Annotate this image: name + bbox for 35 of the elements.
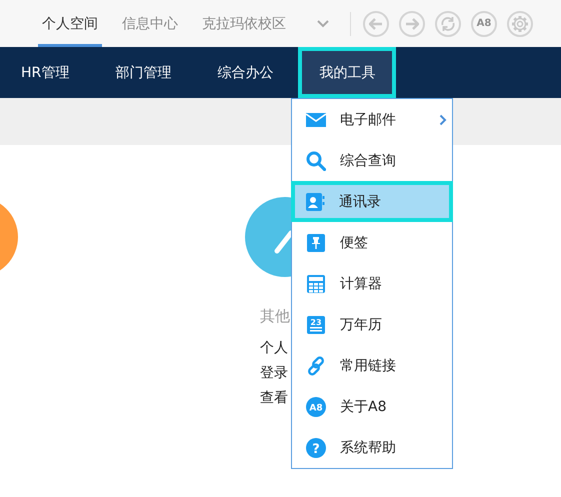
- menu-item-label: 关于A8: [340, 398, 386, 416]
- arrow-right-icon: [405, 18, 419, 30]
- menu-item-label: 系统帮助: [340, 438, 396, 456]
- help-icon: ?: [306, 438, 326, 458]
- refresh-icon: [440, 16, 456, 32]
- forward-button[interactable]: [399, 10, 425, 36]
- section-title: 其他: [260, 307, 291, 326]
- menu-item-label: 通讯录: [339, 192, 381, 210]
- menu-item-label: 常用链接: [340, 356, 396, 374]
- pin-icon: [306, 232, 326, 252]
- search-icon: [306, 150, 326, 170]
- contact-card-icon: [305, 192, 325, 212]
- menu-item-label: 电子邮件: [340, 110, 396, 128]
- info-text: 登录: [260, 364, 289, 383]
- menu-item-label: 计算器: [340, 274, 382, 292]
- menu-item-label: 综合查询: [340, 152, 396, 170]
- info-text: 查看: [260, 389, 289, 408]
- calculator-icon: [306, 274, 326, 294]
- nav-item[interactable]: 部门管理: [94, 47, 192, 98]
- nav-item[interactable]: 我的工具: [298, 47, 396, 98]
- menu-item-label: 万年历: [340, 316, 382, 334]
- back-button[interactable]: [363, 10, 389, 36]
- settings-button[interactable]: [507, 10, 533, 36]
- refresh-button[interactable]: [435, 10, 461, 36]
- nav-item[interactable]: HR管理: [0, 47, 90, 98]
- link-icon: [306, 356, 326, 376]
- settings-icon: [511, 14, 529, 32]
- nav-item[interactable]: 综合办公: [196, 47, 294, 98]
- info-text: 个人: [260, 339, 289, 358]
- arrow-left-icon: [369, 18, 383, 30]
- menu-item-label: 便签: [340, 234, 368, 252]
- calendar-icon: 23: [306, 314, 326, 334]
- info-badge-icon: A8: [306, 396, 326, 416]
- menu-item[interactable]: 通讯录: [291, 181, 453, 222]
- chevron-down-icon[interactable]: [316, 18, 330, 28]
